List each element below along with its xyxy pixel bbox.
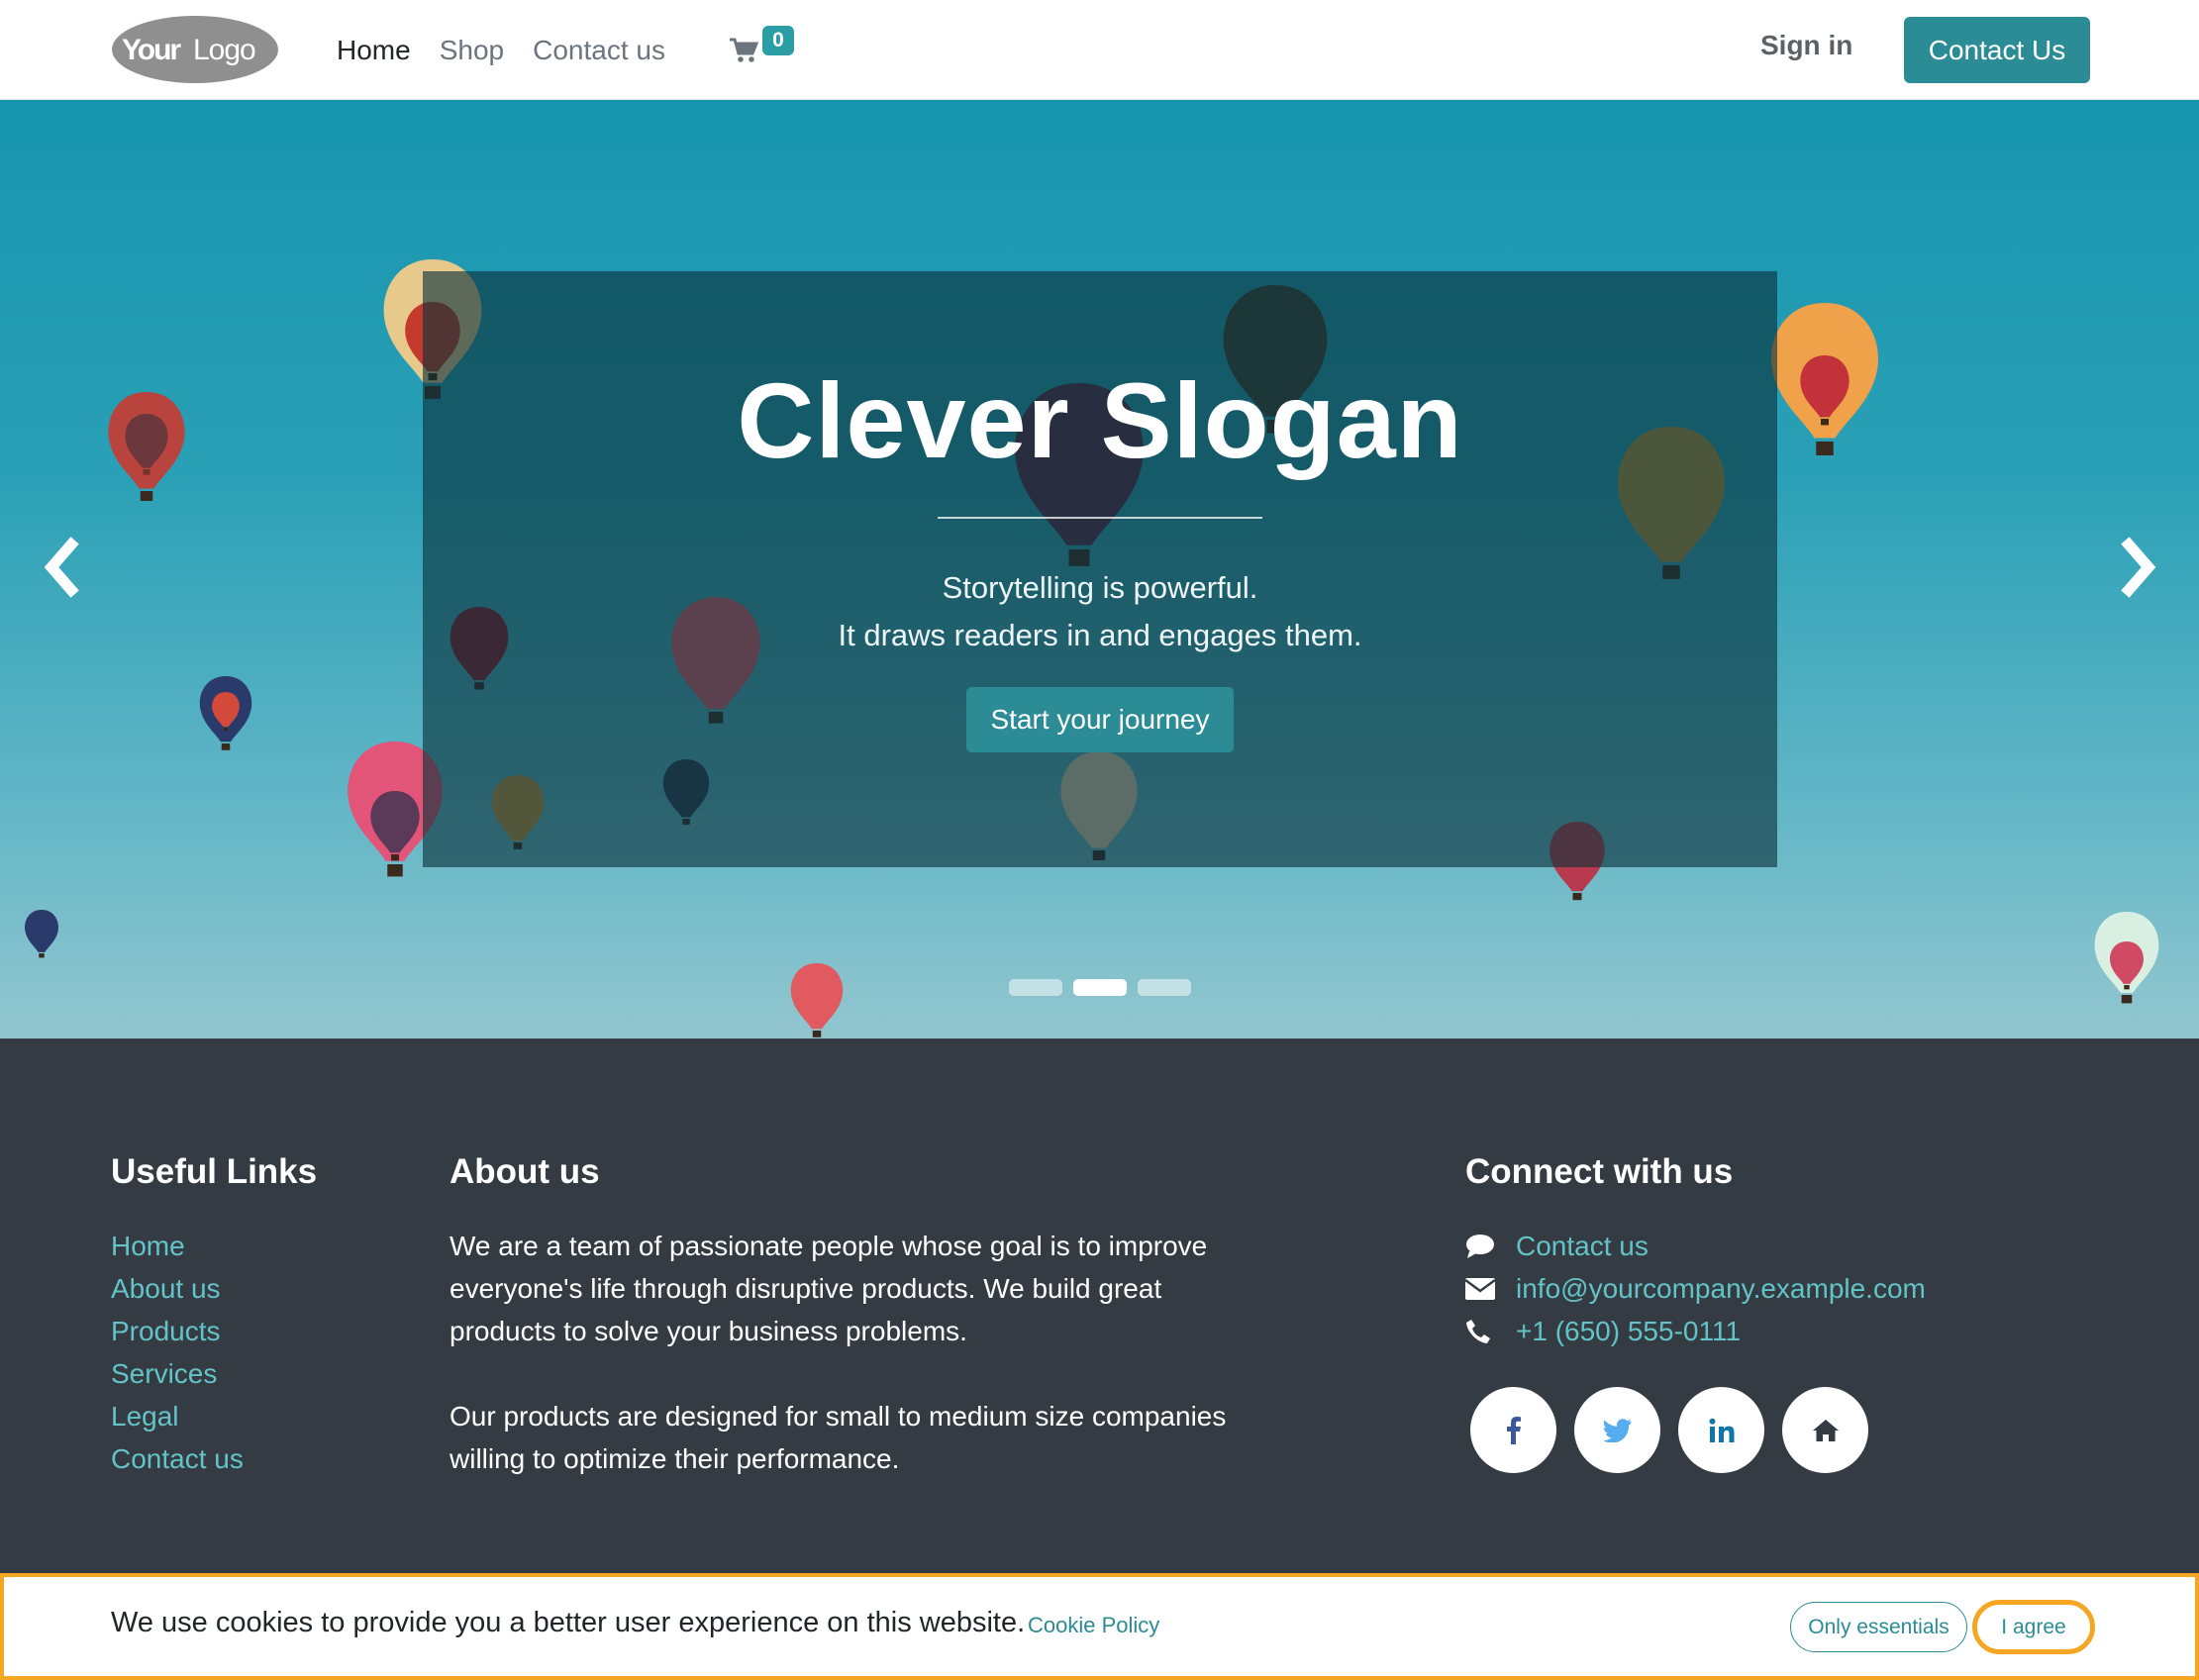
cookie-bar: We use cookies to provide you a better u… [0, 1573, 2199, 1680]
connect-phone-item[interactable]: +1 (650) 555-0111 [1465, 1310, 1926, 1352]
sign-in-link[interactable]: Sign in [1760, 30, 1852, 61]
social-links [1470, 1387, 1868, 1473]
footer-link-contact[interactable]: Contact us [111, 1437, 244, 1480]
hero-carousel: Clever Slogan Storytelling is powerful. … [0, 100, 2199, 1038]
about-title: About us [450, 1152, 600, 1191]
footer-link-about[interactable]: About us [111, 1267, 244, 1310]
connect-list: Contact us info@yourcompany.example.com … [1465, 1225, 1926, 1352]
svg-text:Your: Your [122, 34, 181, 66]
start-journey-button[interactable]: Start your journey [966, 687, 1234, 752]
contact-us-button[interactable]: Contact Us [1904, 17, 2090, 83]
comment-icon [1465, 1232, 1516, 1261]
connect-email-link[interactable]: info@yourcompany.example.com [1516, 1267, 1926, 1310]
home-icon [1812, 1419, 1839, 1441]
connect-contact-item[interactable]: Contact us [1465, 1225, 1926, 1267]
title-divider [938, 517, 1262, 519]
footer-link-products[interactable]: Products [111, 1310, 244, 1352]
connect-phone-link[interactable]: +1 (650) 555-0111 [1516, 1310, 1741, 1352]
linkedin-button[interactable] [1678, 1387, 1764, 1473]
connect-contact-link[interactable]: Contact us [1516, 1225, 1649, 1267]
home-button[interactable] [1782, 1387, 1868, 1473]
twitter-button[interactable] [1574, 1387, 1660, 1473]
carousel-next-button[interactable] [2107, 533, 2166, 602]
useful-links-list: Home About us Products Services Legal Co… [111, 1225, 244, 1480]
nav-contact-us[interactable]: Contact us [533, 35, 665, 66]
footer-link-home[interactable]: Home [111, 1225, 244, 1267]
hero-subtitle: Storytelling is powerful. It draws reade… [423, 564, 1777, 659]
facebook-button[interactable] [1470, 1387, 1556, 1473]
cart-icon [730, 38, 758, 62]
connect-email-item[interactable]: info@yourcompany.example.com [1465, 1267, 1926, 1310]
about-text: We are a team of passionate people whose… [450, 1225, 1271, 1480]
facebook-icon [1506, 1416, 1521, 1444]
site-header: Your Logo Home Shop Contact us 0 Sign in… [0, 0, 2199, 100]
hero-line-1: Storytelling is powerful. [942, 570, 1258, 605]
hero-title: Clever Slogan [737, 360, 1463, 480]
cookie-message: We use cookies to provide you a better u… [111, 1607, 1026, 1638]
i-agree-button[interactable]: I agree [1972, 1600, 2095, 1654]
hero-line-2: It draws readers in and engages them. [838, 618, 1362, 652]
cart-count-badge: 0 [762, 26, 794, 55]
phone-icon [1465, 1317, 1516, 1346]
carousel-indicator-2[interactable] [1073, 979, 1127, 996]
footer-link-legal[interactable]: Legal [111, 1395, 244, 1437]
footer-link-services[interactable]: Services [111, 1352, 244, 1395]
twitter-icon [1603, 1418, 1632, 1442]
logo[interactable]: Your Logo [110, 14, 280, 85]
site-footer: Useful Links Home About us Products Serv… [0, 1038, 2199, 1573]
only-essentials-button[interactable]: Only essentials [1790, 1602, 1967, 1652]
carousel-indicators [1009, 979, 1191, 996]
envelope-icon [1465, 1274, 1516, 1304]
nav-home[interactable]: Home [337, 35, 411, 66]
cookie-policy-link[interactable]: Cookie Policy [1028, 1613, 1159, 1638]
carousel-indicator-1[interactable] [1009, 979, 1062, 996]
about-paragraph-2: Our products are designed for small to m… [450, 1401, 1227, 1474]
chevron-left-icon [44, 537, 79, 598]
useful-links-title: Useful Links [111, 1152, 318, 1191]
chevron-right-icon [2121, 537, 2156, 598]
connect-title: Connect with us [1465, 1152, 1734, 1191]
svg-text:Logo: Logo [193, 34, 255, 66]
nav-shop[interactable]: Shop [440, 35, 504, 66]
cart-link[interactable]: 0 [729, 24, 794, 67]
linkedin-icon [1709, 1418, 1734, 1442]
main-nav: Home Shop Contact us [337, 0, 694, 100]
carousel-prev-button[interactable] [34, 533, 93, 602]
hero-caption: Clever Slogan Storytelling is powerful. … [423, 271, 1777, 867]
carousel-indicator-3[interactable] [1138, 979, 1191, 996]
about-paragraph-1: We are a team of passionate people whose… [450, 1231, 1208, 1346]
